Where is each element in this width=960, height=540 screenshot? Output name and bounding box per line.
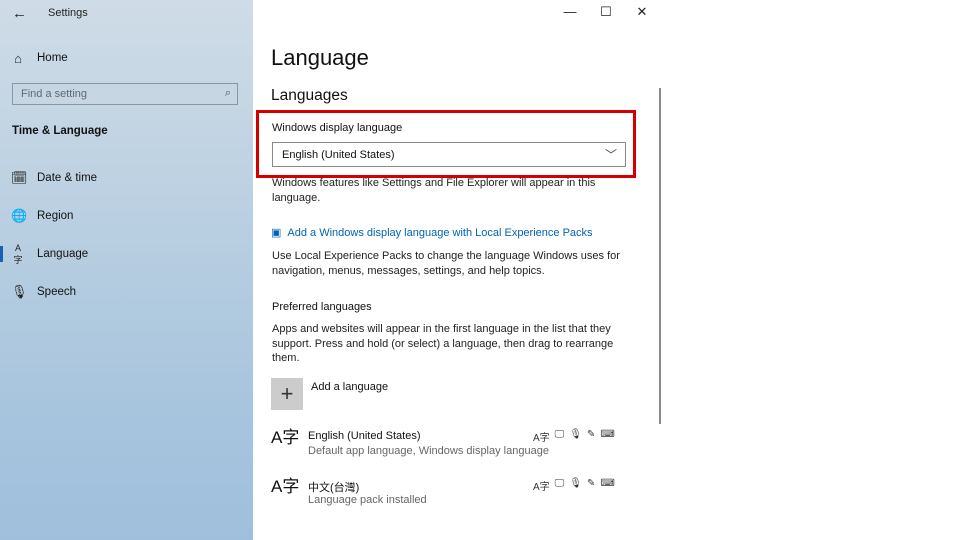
close-icon[interactable]: ✕ xyxy=(624,4,660,20)
local-packs-description: Use Local Experience Packs to change the… xyxy=(272,250,620,277)
language-list-item[interactable]: A字 English (United States) Default app l… xyxy=(271,429,626,463)
sidebar-item-date-time[interactable]: 🗓 Date & time xyxy=(0,163,253,193)
languages-heading: Languages xyxy=(271,87,348,104)
minimize-icon[interactable]: — xyxy=(552,4,588,20)
sidebar-item-label: Date & time xyxy=(37,172,98,184)
speech-recognition-feature-icon: 🎙 xyxy=(569,429,583,440)
sidebar-item-label: Speech xyxy=(37,286,77,298)
add-language-label[interactable]: Add a language xyxy=(311,381,388,393)
language-name: 中文(台灣) xyxy=(308,482,360,494)
home-icon: ⌂ xyxy=(14,50,22,66)
store-icon: ▣ xyxy=(271,227,282,239)
preferred-languages-heading: Preferred languages xyxy=(272,301,372,313)
page-title: Language xyxy=(271,45,369,70)
language-icon: A字 xyxy=(271,477,300,496)
sidebar: ← Settings ⌂ Home ⌕ Time & Language 🗓 Da… xyxy=(0,0,253,540)
calendar-clock-icon: 🗓 xyxy=(11,170,28,185)
plus-icon: + xyxy=(280,381,294,406)
language-name: English (United States) xyxy=(308,430,421,442)
keyboard-feature-icon: ⌨ xyxy=(600,478,615,489)
sidebar-section-title: Time & Language xyxy=(12,125,108,137)
add-language-button[interactable]: + xyxy=(271,378,303,410)
sidebar-item-language[interactable]: A字 Language xyxy=(0,239,253,269)
keyboard-feature-icon: ⌨ xyxy=(600,429,615,440)
sidebar-item-label: Home xyxy=(37,52,68,64)
search-box[interactable]: ⌕ xyxy=(12,83,238,105)
microphone-icon: 🎙 xyxy=(11,284,28,299)
globe-icon: 🌐 xyxy=(11,208,28,223)
link-text: Add a Windows display language with Loca… xyxy=(287,226,593,239)
display-language-feature-icon: A字 xyxy=(533,433,550,444)
text-to-speech-feature-icon: 🖵 xyxy=(554,478,565,489)
sidebar-item-label: Region xyxy=(37,210,74,222)
scrollbar[interactable] xyxy=(659,88,661,424)
preferred-languages-description: Apps and websites will appear in the fir… xyxy=(272,323,614,364)
language-features: A字 🖵 🎙 ✎ ⌨ xyxy=(533,478,615,493)
title-bar: ← Settings xyxy=(0,0,253,28)
language-status: Language pack installed xyxy=(308,494,427,506)
local-experience-packs-link[interactable]: ▣ Add a Windows display language with Lo… xyxy=(271,226,593,240)
speech-recognition-feature-icon: 🎙 xyxy=(569,478,583,489)
language-list-item[interactable]: A字 中文(台灣) Language pack installed A字 🖵 🎙… xyxy=(271,478,626,512)
app-title: Settings xyxy=(48,7,88,19)
sidebar-item-speech[interactable]: 🎙 Speech xyxy=(0,277,253,307)
sidebar-item-region[interactable]: 🌐 Region xyxy=(0,201,253,231)
handwriting-feature-icon: ✎ xyxy=(587,429,596,440)
language-icon: A字 xyxy=(271,428,300,447)
back-arrow-icon[interactable]: ← xyxy=(12,5,27,22)
sidebar-item-label: Language xyxy=(37,248,89,260)
handwriting-feature-icon: ✎ xyxy=(587,478,596,489)
language-features: A字 🖵 🎙 ✎ ⌨ xyxy=(533,429,615,444)
sidebar-item-home[interactable]: ⌂ Home xyxy=(0,43,253,73)
window-controls: — ☐ ✕ xyxy=(552,4,660,20)
display-language-description: Windows features like Settings and File … xyxy=(272,177,596,204)
display-language-feature-icon: A字 xyxy=(533,482,550,493)
search-icon[interactable]: ⌕ xyxy=(225,87,231,100)
language-icon: A字 xyxy=(13,242,23,265)
maximize-icon[interactable]: ☐ xyxy=(588,4,624,20)
language-status: Default app language, Windows display la… xyxy=(308,445,549,457)
search-input[interactable] xyxy=(13,87,213,101)
text-to-speech-feature-icon: 🖵 xyxy=(554,429,565,440)
highlight-box xyxy=(256,110,636,178)
